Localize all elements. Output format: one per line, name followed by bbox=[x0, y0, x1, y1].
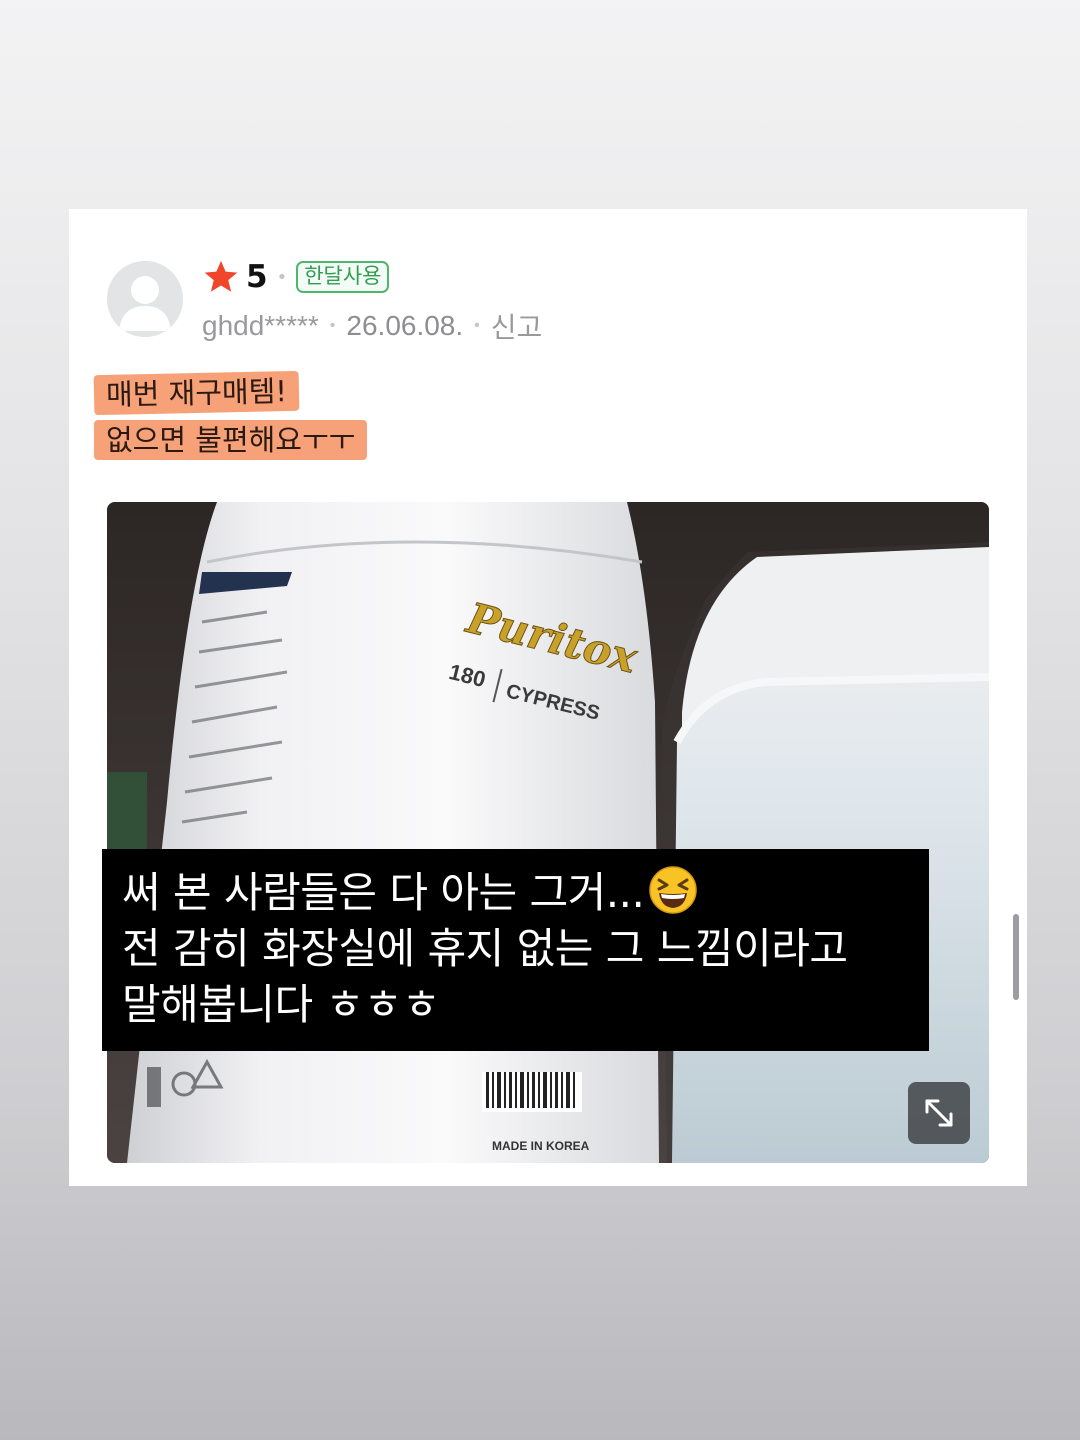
caption-line3: 말해봅니다 ㅎㅎㅎ bbox=[122, 980, 440, 1029]
review-text-highlight-line2: 없으면 불편해요ㅜㅜ bbox=[94, 420, 368, 460]
grinning-squinting-face-icon bbox=[649, 866, 698, 914]
caption-line2: 전 감히 화장실에 휴지 없는 그 느낌이라고 bbox=[122, 924, 848, 973]
review-text-highlight-line1: 매번 재구매템! bbox=[93, 370, 300, 416]
review-date: 26.06.08. bbox=[346, 310, 464, 341]
review-photo[interactable]: Puritox 180 CYPRESS MADE IN KOREA bbox=[107, 502, 989, 1163]
user-avatar-icon bbox=[107, 261, 183, 337]
product-origin-text: MADE IN KOREA bbox=[492, 1139, 590, 1153]
report-link[interactable]: 신고 bbox=[491, 306, 543, 346]
review-meta-row: ghdd***** • 26.06.08. • 신고 bbox=[202, 306, 542, 346]
rating-value: 5 bbox=[246, 259, 268, 295]
separator-dot: • bbox=[329, 317, 336, 334]
star-icon bbox=[204, 260, 238, 292]
caption-line1: 써 본 사람들은 다 아는 그거... bbox=[122, 868, 645, 917]
scrollbar[interactable] bbox=[1013, 914, 1019, 1000]
separator-dot: • bbox=[276, 266, 288, 288]
usage-period-badge: 한달사용 bbox=[296, 261, 390, 293]
expand-image-button[interactable] bbox=[908, 1082, 970, 1144]
caption-overlay: 써 본 사람들은 다 아는 그거... 전 감히 화장실에 휴지 없는 그 느낌… bbox=[102, 849, 929, 1051]
separator-dot: • bbox=[474, 317, 480, 334]
rating-row: 5 • 한달사용 bbox=[202, 257, 390, 297]
expand-arrows-icon bbox=[925, 1099, 953, 1127]
username: ghdd***** bbox=[202, 310, 319, 341]
